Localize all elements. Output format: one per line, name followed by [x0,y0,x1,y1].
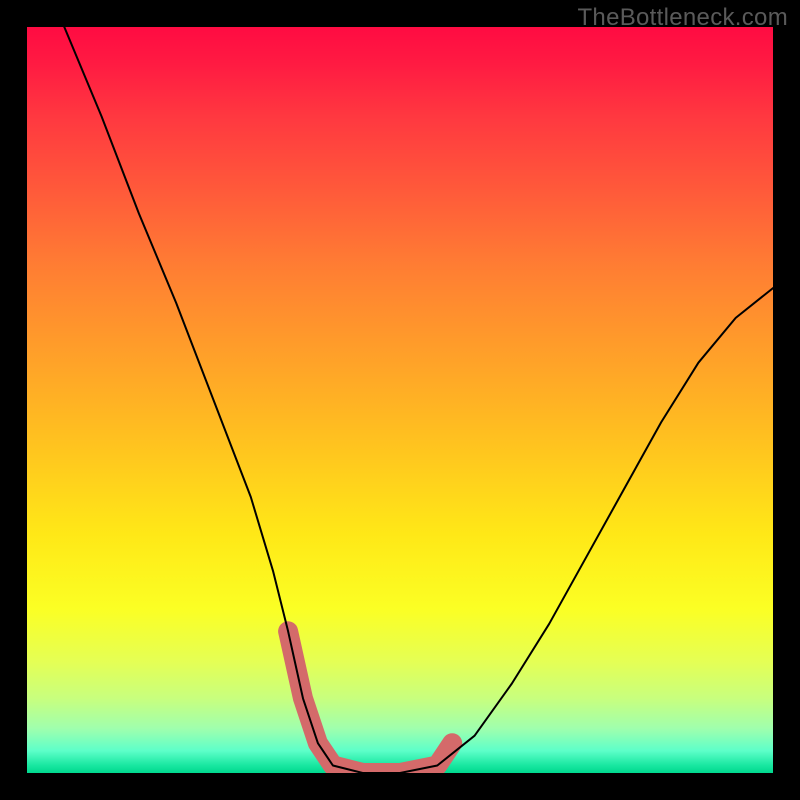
bottleneck-chart [27,27,773,773]
curve-line [64,27,773,773]
watermark-text: TheBottleneck.com [577,4,788,32]
highlight-segment [288,631,452,773]
